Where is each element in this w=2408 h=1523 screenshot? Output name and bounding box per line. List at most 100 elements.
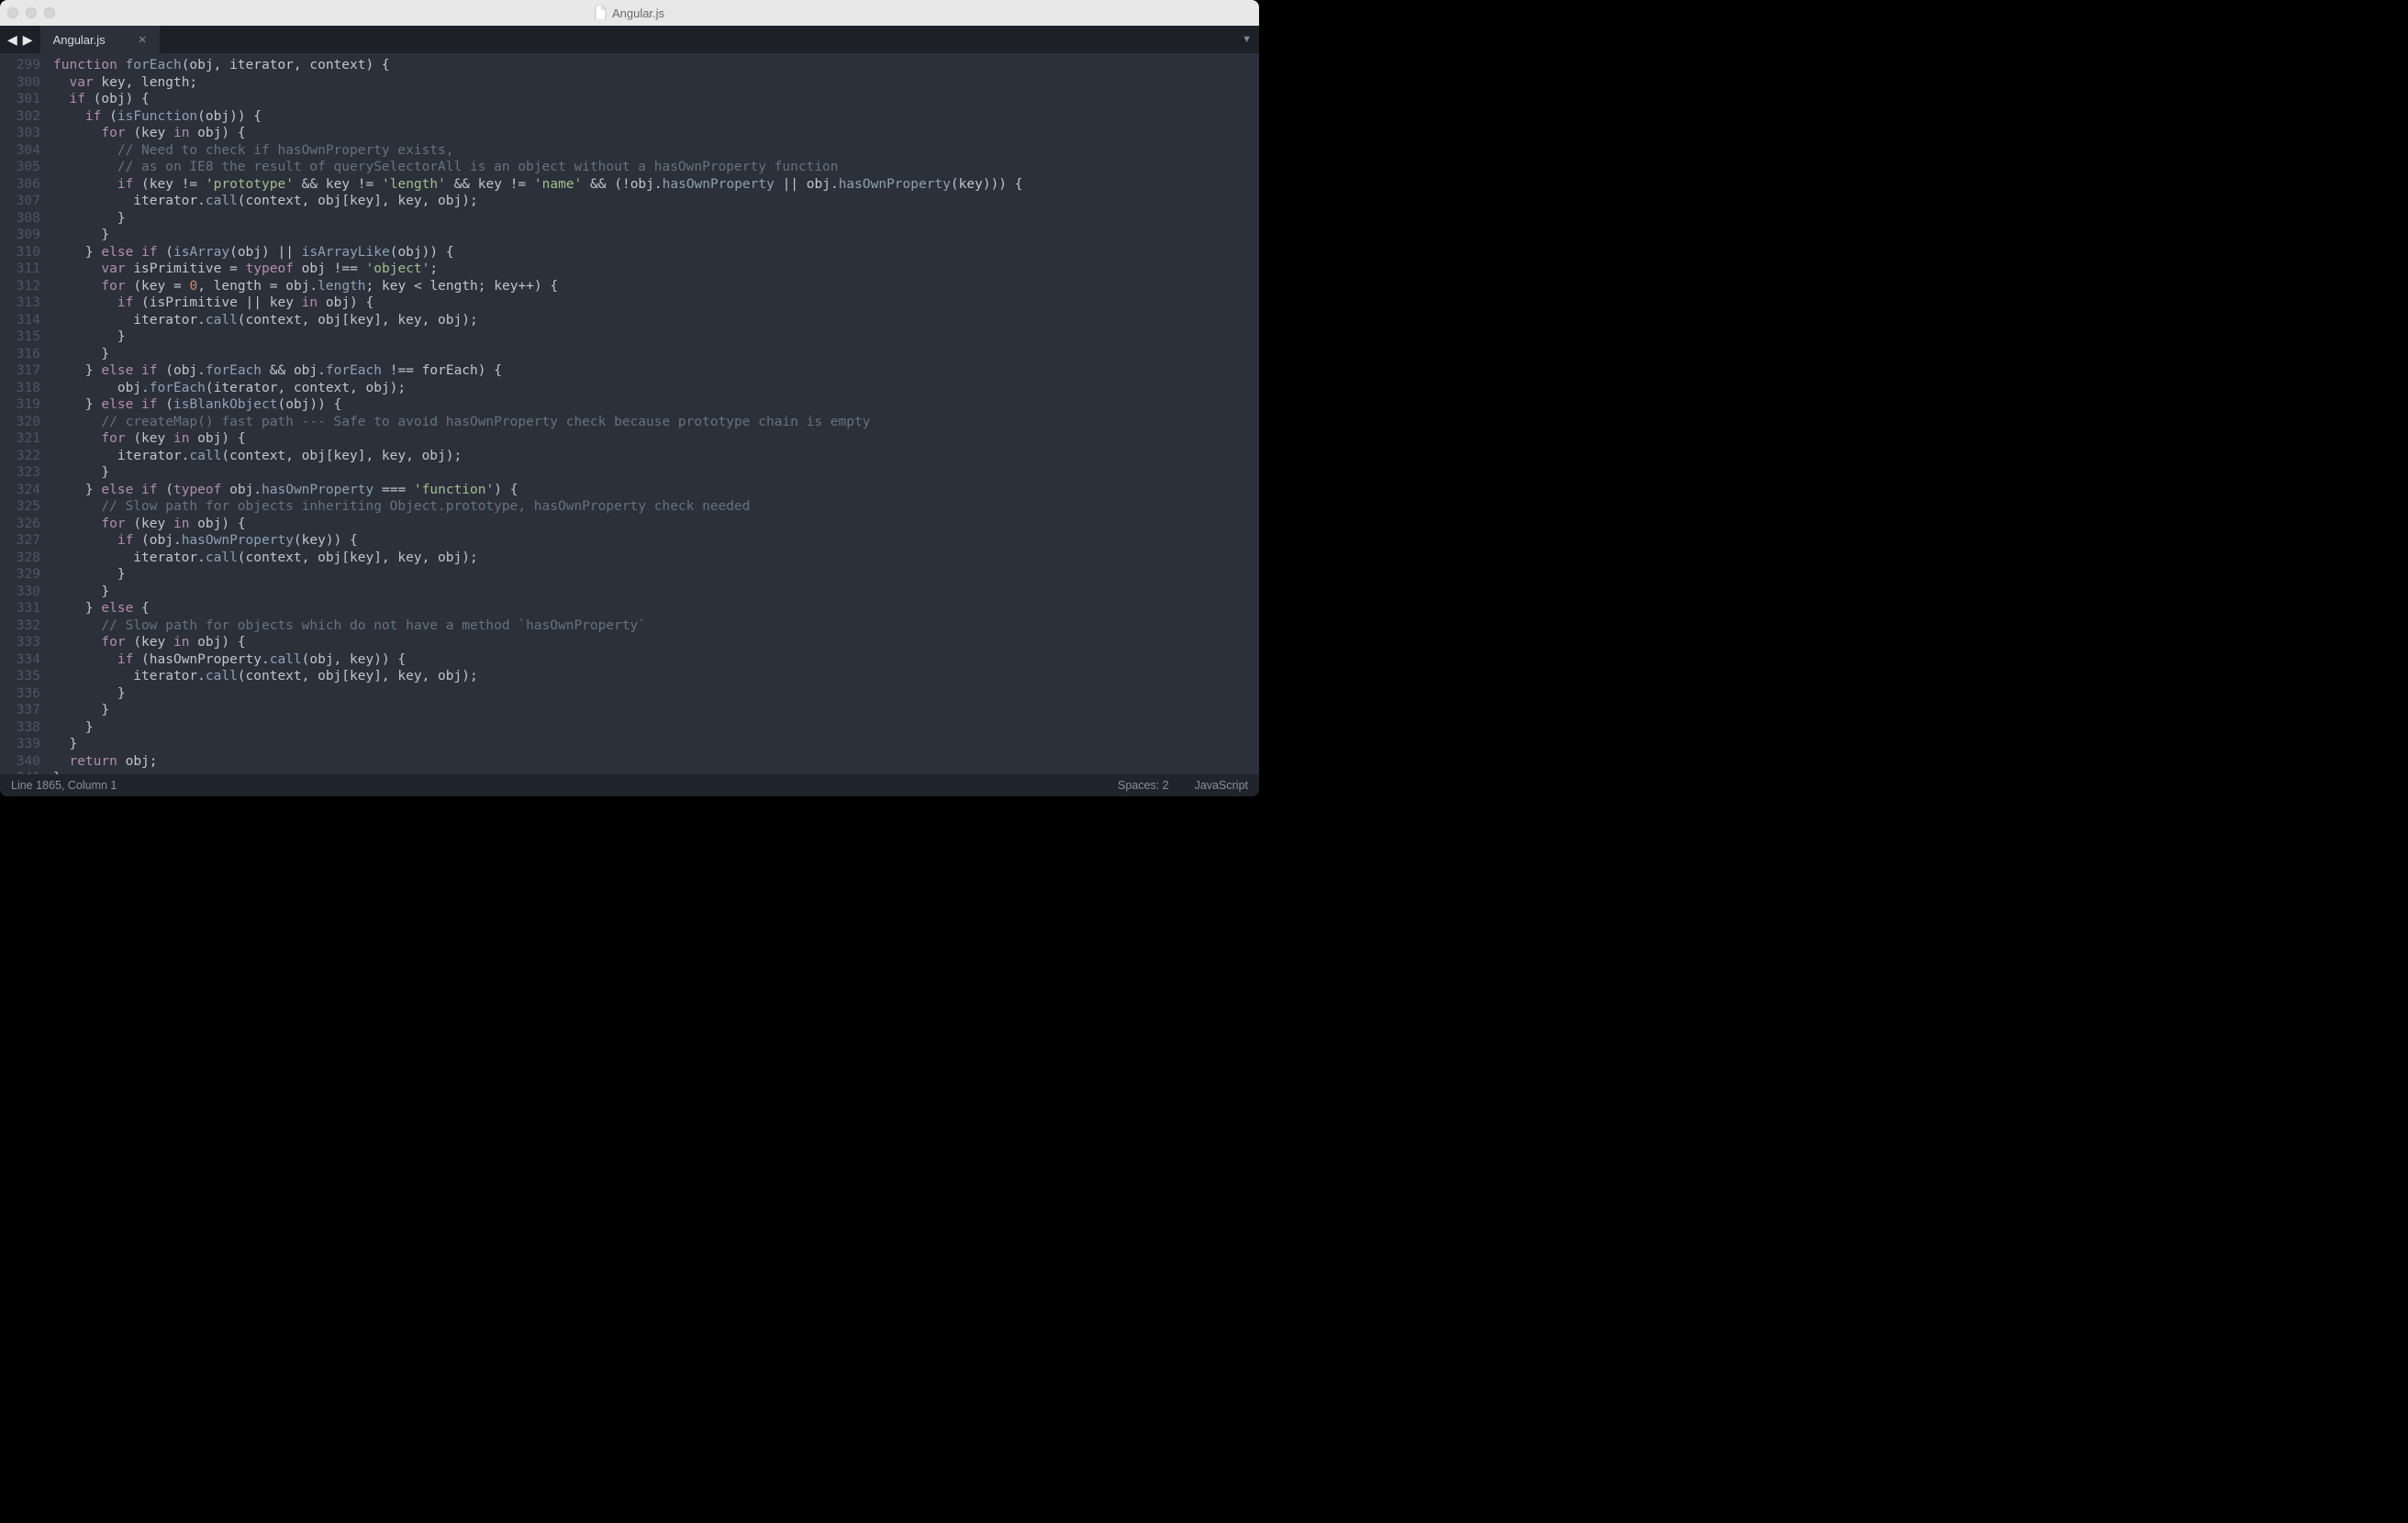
line-number: 321: [0, 430, 40, 448]
line-number: 335: [0, 668, 40, 685]
line-number: 300: [0, 74, 40, 92]
code-line: var key, length;: [53, 74, 1259, 92]
code-line: for (key in obj) {: [53, 516, 1259, 533]
line-number: 326: [0, 516, 40, 533]
code-line: }: [53, 328, 1259, 346]
titlebar: Angular.js: [0, 0, 1259, 26]
code-line: // Slow path for objects which do not ha…: [53, 617, 1259, 635]
code-line: }: [53, 719, 1259, 737]
line-number: 333: [0, 634, 40, 651]
tab-angular-js[interactable]: Angular.js ×: [40, 26, 160, 53]
traffic-lights: [7, 7, 55, 18]
file-icon: [595, 6, 607, 20]
line-number: 320: [0, 414, 40, 431]
line-number: 336: [0, 685, 40, 703]
tab-close-button[interactable]: ×: [139, 32, 147, 48]
line-number: 322: [0, 448, 40, 465]
line-number: 330: [0, 584, 40, 601]
code-line: if (isPrimitive || key in obj) {: [53, 295, 1259, 312]
code-line: }: [53, 566, 1259, 584]
code-line: return obj;: [53, 753, 1259, 771]
code-line: function forEach(obj, iterator, context)…: [53, 57, 1259, 74]
line-number: 306: [0, 176, 40, 194]
line-number: 329: [0, 566, 40, 584]
line-number: 316: [0, 346, 40, 363]
code-line: } else {: [53, 600, 1259, 617]
line-number: 310: [0, 244, 40, 261]
line-number: 314: [0, 312, 40, 329]
code-line: for (key in obj) {: [53, 430, 1259, 448]
line-number-gutter: 2993003013023033043053063073083093103113…: [0, 57, 53, 774]
code-line: // Need to check if hasOwnProperty exist…: [53, 142, 1259, 160]
code-line: if (obj.hasOwnProperty(key)) {: [53, 532, 1259, 550]
nav-arrows: ◀ ▶: [0, 26, 40, 53]
code-line: if (obj) {: [53, 91, 1259, 108]
nav-forward-button[interactable]: ▶: [21, 32, 35, 48]
code-line: iterator.call(context, obj[key], key, ob…: [53, 312, 1259, 329]
line-number: 334: [0, 651, 40, 669]
code-line: iterator.call(context, obj[key], key, ob…: [53, 668, 1259, 685]
line-number: 318: [0, 380, 40, 397]
line-number: 315: [0, 328, 40, 346]
code-line: // createMap() fast path --- Safe to avo…: [53, 414, 1259, 431]
code-line: for (key in obj) {: [53, 634, 1259, 651]
code-line: }: [53, 346, 1259, 363]
code-line: iterator.call(context, obj[key], key, ob…: [53, 448, 1259, 465]
code-line: iterator.call(context, obj[key], key, ob…: [53, 550, 1259, 567]
line-number: 307: [0, 193, 40, 210]
code-line: }: [53, 702, 1259, 719]
nav-back-button[interactable]: ◀: [6, 32, 19, 48]
code-line: }: [53, 464, 1259, 482]
line-number: 327: [0, 532, 40, 550]
close-window-button[interactable]: [7, 7, 18, 18]
code-content[interactable]: function forEach(obj, iterator, context)…: [53, 57, 1259, 774]
line-number: 339: [0, 736, 40, 753]
line-number: 313: [0, 295, 40, 312]
tab-overflow-button[interactable]: ▼: [1242, 34, 1252, 45]
code-line: if (isFunction(obj)) {: [53, 108, 1259, 126]
code-line: } else if (isArray(obj) || isArrayLike(o…: [53, 244, 1259, 261]
status-bar: Line 1865, Column 1 Spaces: 2 JavaScript: [0, 774, 1259, 796]
line-number: 328: [0, 550, 40, 567]
line-number: 340: [0, 753, 40, 771]
code-line: }: [53, 685, 1259, 703]
line-number: 319: [0, 396, 40, 414]
line-number: 302: [0, 108, 40, 126]
line-number: 325: [0, 498, 40, 516]
code-line: // Slow path for objects inheriting Obje…: [53, 498, 1259, 516]
code-line: if (key != 'prototype' && key != 'length…: [53, 176, 1259, 194]
line-number: 299: [0, 57, 40, 74]
code-line: for (key = 0, length = obj.length; key <…: [53, 278, 1259, 295]
line-number: 332: [0, 617, 40, 635]
code-line: }: [53, 584, 1259, 601]
line-number: 317: [0, 362, 40, 380]
line-number: 331: [0, 600, 40, 617]
code-line: }: [53, 227, 1259, 244]
code-line: if (hasOwnProperty.call(obj, key)) {: [53, 651, 1259, 669]
code-line: } else if (obj.forEach && obj.forEach !=…: [53, 362, 1259, 380]
line-number: 324: [0, 482, 40, 499]
indent-setting[interactable]: Spaces: 2: [1118, 779, 1169, 792]
code-editor[interactable]: 2993003013023033043053063073083093103113…: [0, 53, 1259, 774]
code-line: // as on IE8 the result of querySelector…: [53, 159, 1259, 176]
zoom-window-button[interactable]: [44, 7, 55, 18]
editor-window: Angular.js ◀ ▶ Angular.js × ▼ 2993003013…: [0, 0, 1259, 796]
code-line: }: [53, 210, 1259, 228]
line-number: 337: [0, 702, 40, 719]
minimize-window-button[interactable]: [26, 7, 37, 18]
syntax-setting[interactable]: JavaScript: [1195, 779, 1248, 792]
code-line: var isPrimitive = typeof obj !== 'object…: [53, 261, 1259, 278]
code-line: } else if (isBlankObject(obj)) {: [53, 396, 1259, 414]
cursor-position[interactable]: Line 1865, Column 1: [11, 779, 117, 792]
tab-bar: ◀ ▶ Angular.js × ▼: [0, 26, 1259, 53]
line-number: 303: [0, 125, 40, 142]
code-line: obj.forEach(iterator, context, obj);: [53, 380, 1259, 397]
line-number: 338: [0, 719, 40, 737]
tab-label: Angular.js: [53, 33, 106, 47]
window-title-text: Angular.js: [612, 6, 664, 20]
window-title: Angular.js: [595, 6, 664, 20]
line-number: 311: [0, 261, 40, 278]
line-number: 301: [0, 91, 40, 108]
line-number: 308: [0, 210, 40, 228]
code-line: }: [53, 736, 1259, 753]
